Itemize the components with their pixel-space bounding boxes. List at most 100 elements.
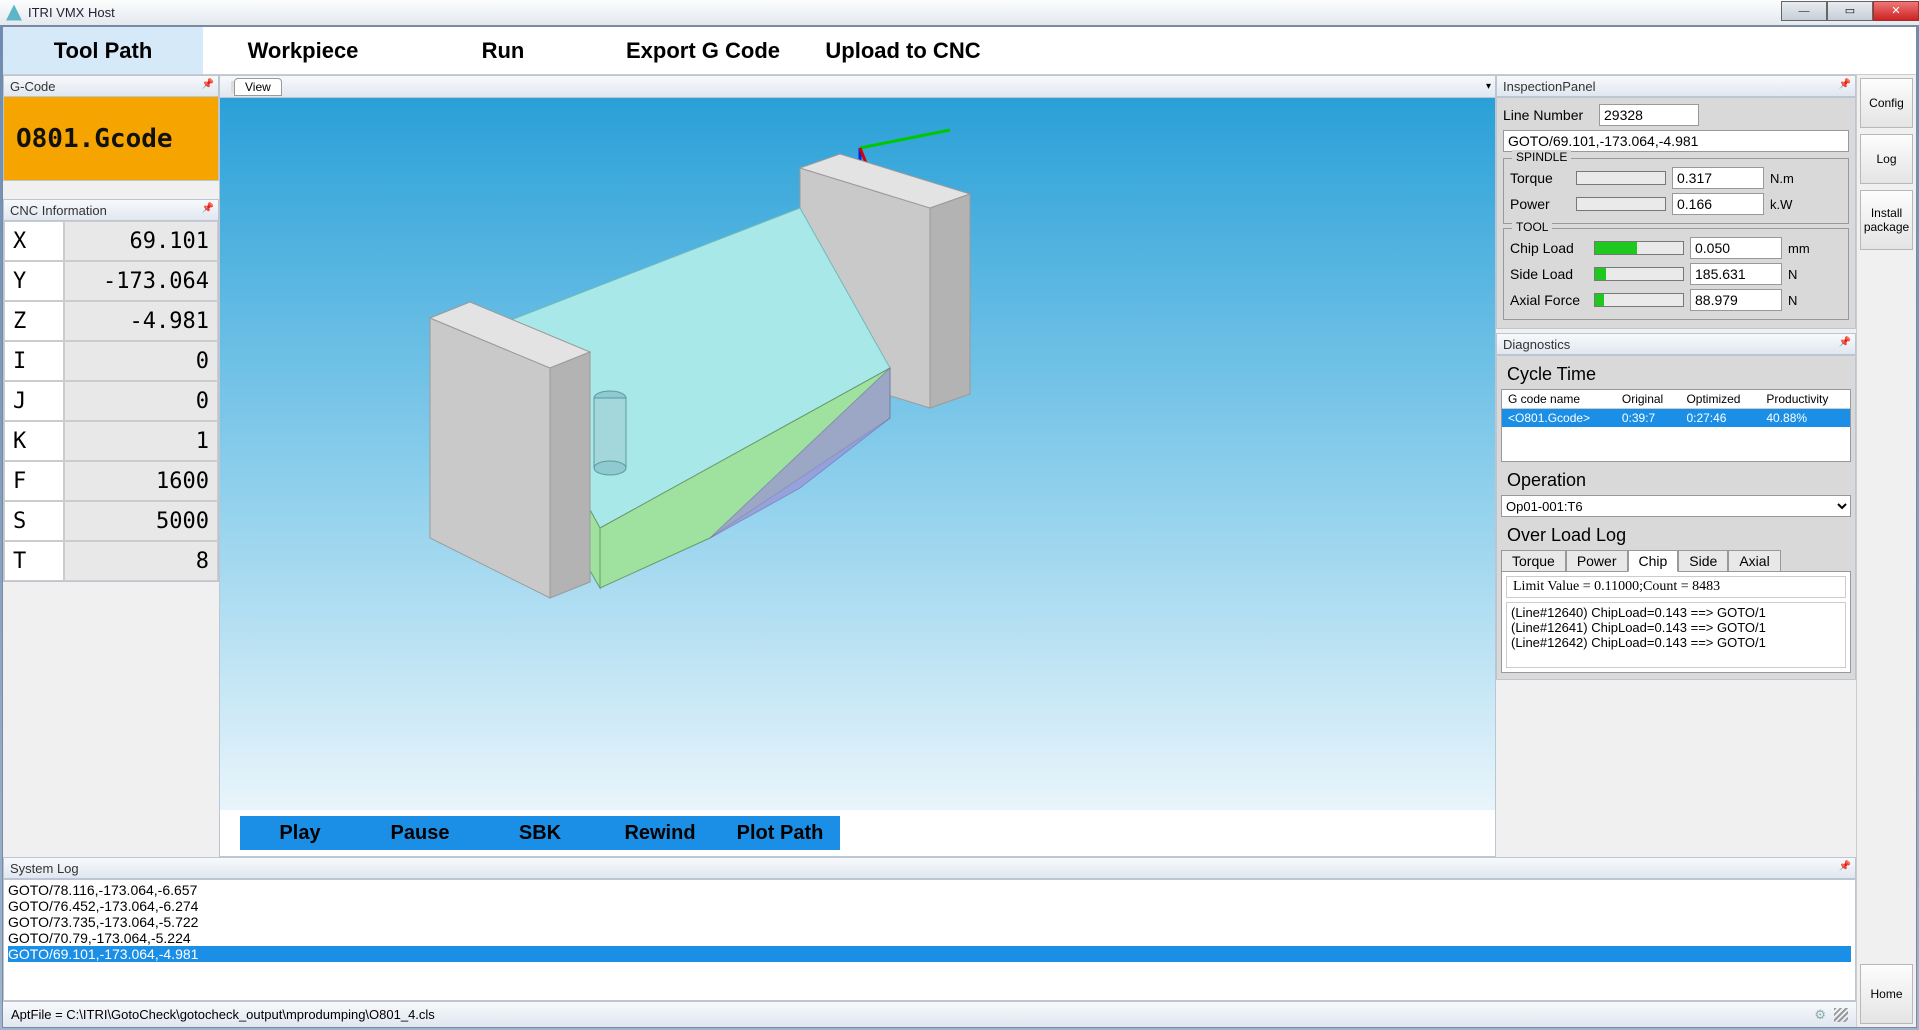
cnc-row: Z-4.981 bbox=[4, 301, 218, 341]
log-line[interactable]: GOTO/70.79,-173.064,-5.224 bbox=[8, 930, 1851, 946]
diagnostics-panel: Cycle Time G code name Original Optimize… bbox=[1496, 355, 1856, 680]
overload-list[interactable]: (Line#12640) ChipLoad=0.143 ==> GOTO/1 (… bbox=[1506, 602, 1846, 668]
overload-title: Over Load Log bbox=[1501, 521, 1851, 550]
cnc-label: J bbox=[4, 381, 64, 421]
log-line[interactable]: GOTO/76.452,-173.064,-6.274 bbox=[8, 898, 1851, 914]
sbk-button[interactable]: SBK bbox=[480, 816, 600, 850]
overload-tab-torque[interactable]: Torque bbox=[1501, 550, 1566, 572]
tab-upload-cnc[interactable]: Upload to CNC bbox=[803, 27, 1003, 74]
cnc-row: F1600 bbox=[4, 461, 218, 501]
inspection-panel-header: InspectionPanel 📌 bbox=[1496, 75, 1856, 97]
window-minimize-button[interactable]: — bbox=[1781, 1, 1827, 21]
cnc-table: X69.101 Y-173.064 Z-4.981 I0 J0 K1 F1600… bbox=[3, 221, 219, 582]
cnc-label: F bbox=[4, 461, 64, 501]
cnc-row: Y-173.064 bbox=[4, 261, 218, 301]
cycle-cell: <O801.Gcode> bbox=[1502, 409, 1616, 428]
log-line[interactable]: GOTO/73.735,-173.064,-5.722 bbox=[8, 914, 1851, 930]
tab-workpiece[interactable]: Workpiece bbox=[203, 27, 403, 74]
tab-run[interactable]: Run bbox=[403, 27, 603, 74]
chip-load-meter bbox=[1594, 241, 1684, 255]
cnc-label: K bbox=[4, 421, 64, 461]
pin-icon[interactable]: 📌 bbox=[1839, 337, 1851, 348]
overload-tab-power[interactable]: Power bbox=[1566, 550, 1628, 572]
torque-value[interactable] bbox=[1672, 167, 1764, 189]
cnc-value: 8 bbox=[64, 541, 218, 581]
diagnostics-panel-title: Diagnostics bbox=[1503, 337, 1570, 352]
log-line[interactable]: GOTO/78.116,-173.064,-6.657 bbox=[8, 882, 1851, 898]
cnc-row: X69.101 bbox=[4, 221, 218, 261]
viewport-panel: View ▾ bbox=[219, 75, 1496, 857]
status-gear-icon[interactable]: ⚙ bbox=[1814, 1007, 1826, 1023]
status-text: AptFile = C:\ITRI\GotoCheck\gotocheck_ou… bbox=[11, 1007, 435, 1022]
system-log-title: System Log bbox=[10, 861, 79, 876]
cycle-col[interactable]: Productivity bbox=[1760, 390, 1850, 409]
window-title: ITRI VMX Host bbox=[28, 5, 115, 20]
cnc-value: -4.981 bbox=[64, 301, 218, 341]
right-column: InspectionPanel 📌 Line Number SPINDLE To… bbox=[1496, 75, 1856, 857]
home-button[interactable]: Home bbox=[1860, 964, 1913, 1024]
chip-load-value[interactable] bbox=[1690, 237, 1782, 259]
cycle-cell: 0:27:46 bbox=[1680, 409, 1760, 428]
tab-tool-path[interactable]: Tool Path bbox=[3, 27, 203, 74]
plot-path-button[interactable]: Plot Path bbox=[720, 816, 840, 850]
cycle-time-title: Cycle Time bbox=[1501, 360, 1851, 389]
log-button[interactable]: Log bbox=[1860, 134, 1913, 184]
cycle-col[interactable]: Original bbox=[1616, 390, 1681, 409]
cnc-value: -173.064 bbox=[64, 261, 218, 301]
torque-label: Torque bbox=[1510, 170, 1570, 186]
cnc-value: 5000 bbox=[64, 501, 218, 541]
cnc-row: S5000 bbox=[4, 501, 218, 541]
tab-export-gcode[interactable]: Export G Code bbox=[603, 27, 803, 74]
play-button[interactable]: Play bbox=[240, 816, 360, 850]
axial-force-label: Axial Force bbox=[1510, 292, 1588, 308]
titlebar: ITRI VMX Host — ▭ ✕ bbox=[0, 0, 1919, 26]
viewport-3d[interactable] bbox=[220, 98, 1495, 810]
pin-icon[interactable]: 📌 bbox=[1839, 79, 1851, 90]
pin-icon[interactable]: 📌 bbox=[1839, 861, 1851, 872]
line-number-label: Line Number bbox=[1503, 107, 1593, 123]
pause-button[interactable]: Pause bbox=[360, 816, 480, 850]
power-label: Power bbox=[1510, 196, 1570, 212]
overload-line: (Line#12641) ChipLoad=0.143 ==> GOTO/1 bbox=[1511, 620, 1841, 635]
operation-select[interactable]: Op01-001:T6 bbox=[1501, 495, 1851, 517]
system-log-panel: System Log 📌 GOTO/78.116,-173.064,-6.657… bbox=[3, 857, 1856, 1027]
cycle-cell: 0:39:7 bbox=[1616, 409, 1681, 428]
view-dropdown-icon[interactable]: ▾ bbox=[1486, 81, 1491, 92]
system-log-header: System Log 📌 bbox=[3, 857, 1856, 879]
resize-grip-icon[interactable] bbox=[1834, 1008, 1848, 1022]
view-tab[interactable]: View bbox=[234, 78, 282, 96]
pin-icon[interactable]: 📌 bbox=[202, 203, 214, 214]
side-load-label: Side Load bbox=[1510, 266, 1588, 282]
side-load-value[interactable] bbox=[1690, 263, 1782, 285]
cycle-row[interactable]: <O801.Gcode> 0:39:7 0:27:46 40.88% bbox=[1502, 409, 1850, 428]
gcode-filename[interactable]: O801.Gcode bbox=[3, 97, 219, 181]
playback-bar: Play Pause SBK Rewind Plot Path bbox=[240, 816, 840, 850]
cnc-value: 0 bbox=[64, 381, 218, 421]
cycle-col[interactable]: G code name bbox=[1502, 390, 1616, 409]
overload-box: Limit Value = 0.11000;Count = 8483 (Line… bbox=[1501, 571, 1851, 673]
pin-icon[interactable]: 📌 bbox=[202, 79, 214, 90]
rewind-button[interactable]: Rewind bbox=[600, 816, 720, 850]
config-button[interactable]: Config bbox=[1860, 78, 1913, 128]
overload-tab-chip[interactable]: Chip bbox=[1628, 550, 1679, 572]
axial-force-value[interactable] bbox=[1690, 289, 1782, 311]
inspection-panel-title: InspectionPanel bbox=[1503, 79, 1596, 94]
overload-summary: Limit Value = 0.11000;Count = 8483 bbox=[1506, 576, 1846, 598]
overload-tab-axial[interactable]: Axial bbox=[1728, 550, 1780, 572]
side-load-meter bbox=[1594, 267, 1684, 281]
cycle-col[interactable]: Optimized bbox=[1680, 390, 1760, 409]
axial-force-meter bbox=[1594, 293, 1684, 307]
window-maximize-button[interactable]: ▭ bbox=[1827, 1, 1873, 21]
axial-force-unit: N bbox=[1788, 293, 1822, 308]
line-number-input[interactable] bbox=[1599, 104, 1699, 126]
power-value[interactable] bbox=[1672, 193, 1764, 215]
goto-input[interactable] bbox=[1503, 130, 1849, 152]
overload-tab-side[interactable]: Side bbox=[1678, 550, 1728, 572]
window-close-button[interactable]: ✕ bbox=[1873, 1, 1919, 21]
install-package-button[interactable]: Install package bbox=[1860, 190, 1913, 250]
left-column: G-Code 📌 O801.Gcode CNC Information 📌 X6… bbox=[3, 75, 219, 857]
operation-title: Operation bbox=[1501, 466, 1851, 495]
log-line[interactable]: GOTO/69.101,-173.064,-4.981 bbox=[8, 946, 1851, 962]
system-log-body[interactable]: GOTO/78.116,-173.064,-6.657 GOTO/76.452,… bbox=[3, 879, 1856, 1001]
cnc-row: J0 bbox=[4, 381, 218, 421]
